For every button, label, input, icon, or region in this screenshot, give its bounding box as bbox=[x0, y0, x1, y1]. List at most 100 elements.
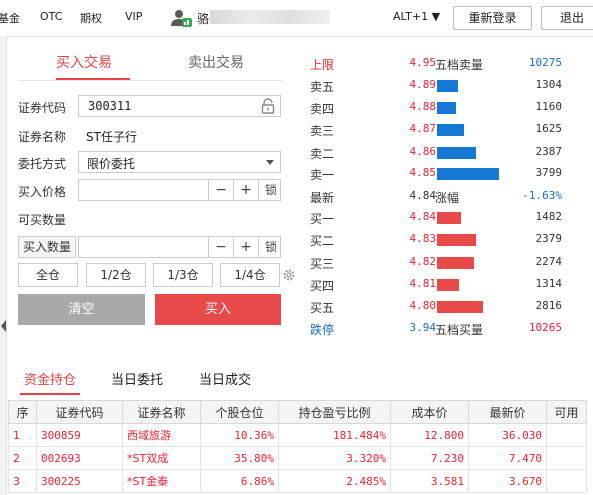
trade-tabs: 买入交易 卖出交易 bbox=[18, 44, 283, 81]
name-label: 证券名称 bbox=[18, 130, 67, 144]
active-tab-indicator bbox=[20, 393, 80, 395]
bid-price[interactable]: 4.82 bbox=[390, 255, 437, 268]
name-value: ST任子行 bbox=[86, 130, 137, 144]
code-input[interactable]: 300311 bbox=[78, 95, 281, 117]
account-select[interactable]: ALT+1 ▼ bbox=[393, 10, 440, 23]
pnl-ratio: 181.484% bbox=[278, 423, 391, 447]
buy-button[interactable]: 买入 bbox=[155, 294, 281, 325]
bid-volume: 2274 bbox=[535, 255, 563, 268]
bid-row[interactable]: 买二 4.83 2379 bbox=[310, 229, 570, 251]
qty-minus-button[interactable]: − bbox=[208, 237, 233, 257]
ask-row[interactable]: 卖五 4.89 1304 bbox=[310, 75, 570, 97]
position-ratio: 35.80% bbox=[200, 446, 279, 470]
last-price: 7.470 bbox=[468, 446, 547, 470]
user-name-mask bbox=[210, 10, 330, 24]
column-header[interactable]: 证券代码 bbox=[36, 400, 123, 424]
column-header[interactable]: 持仓盈亏比例 bbox=[278, 400, 391, 424]
row-index: 3 bbox=[8, 469, 37, 493]
tab-holdings[interactable]: 资金持仓 bbox=[24, 369, 76, 388]
table-row[interactable]: 2 002693 *ST双成 35.80% 3.320% 7.230 7.470 bbox=[8, 446, 587, 470]
tab-buy[interactable]: 买入交易 bbox=[56, 52, 112, 72]
tab-today-trades[interactable]: 当日成交 bbox=[199, 369, 251, 388]
gear-icon[interactable] bbox=[282, 268, 296, 282]
nav-vip[interactable]: VIP bbox=[125, 10, 142, 23]
chevron-down-icon bbox=[266, 160, 274, 165]
bid-volume: 1314 bbox=[535, 277, 563, 290]
row-index: 1 bbox=[8, 423, 37, 447]
ask-price[interactable]: 4.85 bbox=[390, 166, 437, 179]
ask-price[interactable]: 4.87 bbox=[390, 122, 437, 135]
bid-price[interactable]: 4.80 bbox=[390, 299, 437, 312]
price-lock-button[interactable]: 锁 bbox=[258, 180, 283, 200]
order-type-select[interactable]: 限价委托 bbox=[78, 151, 281, 173]
last-price[interactable]: 4.84 bbox=[390, 189, 437, 202]
bid-volume: 2816 bbox=[535, 299, 563, 312]
ask-volume: 1160 bbox=[535, 100, 563, 113]
bid-row[interactable]: 买一 4.84 1482 bbox=[310, 207, 570, 229]
ask-label: 卖五 bbox=[310, 80, 335, 94]
bid-volume: 1482 bbox=[535, 210, 563, 223]
quote-upper-row: 上限 4.95 五档卖量 10275 bbox=[310, 53, 570, 75]
qty-plus-button[interactable]: + bbox=[233, 237, 258, 257]
bid-row[interactable]: 买五 4.80 2816 bbox=[310, 296, 570, 318]
relogin-button[interactable]: 重新登录 bbox=[453, 6, 532, 30]
bid-price[interactable]: 4.81 bbox=[390, 277, 437, 290]
price-plus-button[interactable]: + bbox=[233, 180, 258, 200]
bid-price[interactable]: 4.83 bbox=[390, 232, 437, 245]
nav-fund[interactable]: 基金 bbox=[0, 10, 20, 26]
qty-lock-button[interactable]: 锁 bbox=[258, 237, 283, 257]
nav-otc[interactable]: OTC bbox=[40, 10, 62, 23]
nav-options[interactable]: 期权 bbox=[80, 10, 102, 26]
ask-label: 卖一 bbox=[310, 168, 335, 182]
lower-limit-label: 跌停 bbox=[310, 323, 335, 337]
bid-total-title: 五档买量 bbox=[435, 323, 484, 337]
ask-row[interactable]: 卖三 4.87 1625 bbox=[310, 119, 570, 141]
position-quarter-button[interactable]: 1/4仓 bbox=[220, 263, 280, 287]
cost-price: 7.230 bbox=[390, 446, 469, 470]
position-ratio: 10.36% bbox=[200, 423, 279, 447]
column-header[interactable]: 序 bbox=[8, 400, 37, 424]
column-header[interactable]: 最新价 bbox=[468, 400, 547, 424]
bid-label: 买五 bbox=[310, 301, 335, 315]
collapse-arrow-icon[interactable] bbox=[1, 320, 6, 332]
ask-volume-bar bbox=[437, 80, 458, 92]
ask-price[interactable]: 4.88 bbox=[390, 100, 437, 113]
code-value: 300311 bbox=[88, 99, 132, 113]
ask-volume: 3799 bbox=[535, 166, 563, 179]
qty-input[interactable]: − + 锁 bbox=[78, 236, 281, 258]
ask-row[interactable]: 卖二 4.86 2387 bbox=[310, 142, 570, 164]
price-minus-button[interactable]: − bbox=[208, 180, 233, 200]
tab-sell[interactable]: 卖出交易 bbox=[188, 52, 244, 72]
ask-price[interactable]: 4.89 bbox=[390, 78, 437, 91]
bid-volume-bar bbox=[437, 257, 474, 269]
column-header[interactable]: 成本价 bbox=[390, 400, 469, 424]
column-header[interactable]: 证券名称 bbox=[122, 400, 201, 424]
ask-row[interactable]: 卖四 4.88 1160 bbox=[310, 97, 570, 119]
position-half-button[interactable]: 1/2仓 bbox=[86, 263, 146, 287]
bid-price[interactable]: 4.84 bbox=[390, 210, 437, 223]
lock-icon[interactable] bbox=[261, 98, 275, 114]
tab-today-orders[interactable]: 当日委托 bbox=[111, 369, 163, 388]
ask-volume: 1304 bbox=[535, 78, 563, 91]
column-header[interactable]: 可用 bbox=[546, 400, 587, 424]
ask-label: 卖四 bbox=[310, 102, 335, 116]
ask-volume-bar bbox=[437, 147, 476, 159]
left-collapse-strip[interactable] bbox=[0, 36, 7, 495]
ask-price[interactable]: 4.86 bbox=[390, 145, 437, 158]
price-input[interactable]: − + 锁 bbox=[78, 179, 281, 201]
qty-label-button[interactable]: 买入数量 bbox=[18, 236, 76, 258]
bid-row[interactable]: 买四 4.81 1314 bbox=[310, 274, 570, 296]
position-full-button[interactable]: 全仓 bbox=[18, 263, 78, 287]
table-row[interactable]: 3 300225 *ST金泰 6.86% 2.485% 3.581 3.670 bbox=[8, 469, 587, 493]
clear-button[interactable]: 清空 bbox=[18, 294, 145, 325]
table-row[interactable]: 1 300859 西域旅游 10.36% 181.484% 12.800 36.… bbox=[8, 423, 587, 447]
position-third-button[interactable]: 1/3仓 bbox=[153, 263, 213, 287]
ask-volume-bar bbox=[437, 124, 464, 136]
max-qty-label: 可买数量 bbox=[18, 213, 67, 227]
column-header[interactable]: 个股仓位 bbox=[200, 400, 279, 424]
logout-button[interactable]: 退出 bbox=[541, 6, 593, 30]
upper-limit-label: 上限 bbox=[310, 58, 335, 72]
quote-lower-row: 跌停 3.94 五档买量 10265 bbox=[310, 318, 570, 340]
bid-row[interactable]: 买三 4.82 2274 bbox=[310, 252, 570, 274]
ask-row[interactable]: 卖一 4.85 3799 bbox=[310, 163, 570, 185]
